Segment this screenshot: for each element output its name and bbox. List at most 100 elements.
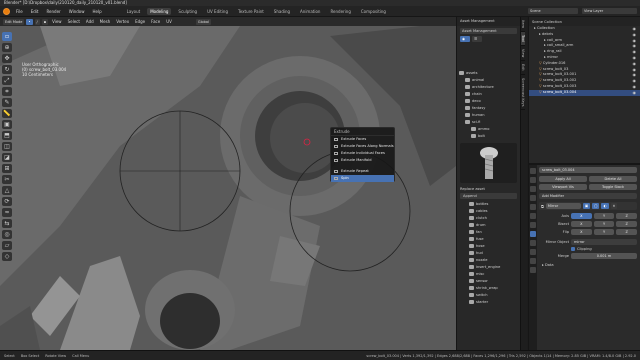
tab-shading[interactable]: Shading (271, 8, 293, 15)
tab-sculpting[interactable]: Sculpting (175, 8, 200, 15)
bevel-icon[interactable]: ◪ (2, 153, 12, 162)
menu-uv[interactable]: UV (164, 19, 174, 24)
loop-cut-icon[interactable]: ⊞ (2, 164, 12, 173)
bisect-x-toggle[interactable]: X (571, 221, 592, 227)
viewport-vis-button[interactable]: Viewport Vis (539, 184, 587, 190)
properties-tab-icon[interactable] (530, 213, 536, 219)
cursor-icon[interactable]: ⊕ (2, 43, 12, 52)
smooth-icon[interactable]: ≈ (2, 208, 12, 217)
tree-subfolder[interactable]: ammo (459, 126, 520, 133)
asset-list-item[interactable]: misc (469, 271, 520, 278)
bisect-y-toggle[interactable]: Y (593, 221, 615, 227)
outliner-row[interactable]: ▽ screw_bolt_03.004 ◉ (529, 89, 640, 96)
mode-selector[interactable]: Edit Mode (3, 18, 25, 25)
append-selector[interactable]: Append (460, 193, 517, 199)
menu-face[interactable]: Face (149, 19, 162, 24)
asset-list-item[interactable]: bottles (469, 201, 520, 208)
asset-list-item[interactable]: hose (469, 243, 520, 250)
properties-tab-icon[interactable] (530, 222, 536, 228)
menu-vertex[interactable]: Vertex (114, 19, 131, 24)
asset-list-item[interactable]: drum (469, 222, 520, 229)
menu-edge[interactable]: Edge (133, 19, 147, 24)
properties-tab-icon[interactable] (530, 195, 536, 201)
asset-list-item[interactable]: starter (469, 299, 520, 306)
scale-icon[interactable]: ⤢ (2, 76, 12, 85)
properties-tab-icon[interactable] (530, 186, 536, 192)
tab-modeling[interactable]: Modeling (147, 7, 172, 15)
data-subpanel-header[interactable]: ▸ Data (539, 263, 637, 267)
tree-root[interactable]: assets (459, 70, 520, 77)
menu-item-extrude-faces-normals[interactable]: Extrude Faces Along Normals (331, 143, 394, 150)
flip-x-toggle[interactable]: X (571, 229, 592, 235)
modifier-name-field[interactable]: Mirror (545, 203, 581, 209)
knife-icon[interactable]: ✂ (2, 175, 12, 184)
menu-item-spin[interactable]: Spin (331, 175, 394, 182)
add-cube-icon[interactable]: ▣ (2, 120, 12, 129)
tab-item[interactable]: Item (521, 17, 525, 32)
asset-list-item[interactable]: clutch (469, 215, 520, 222)
vertex-select-icon[interactable]: • (26, 18, 33, 25)
asset-view-icon[interactable]: ◉ (460, 36, 470, 42)
menu-add[interactable]: Add (84, 19, 96, 24)
asset-list-item[interactable]: switch (469, 292, 520, 299)
apply-all-button[interactable]: Apply All (539, 176, 587, 182)
tree-folder[interactable]: architecture (459, 84, 520, 91)
menu-file[interactable]: File (14, 9, 25, 14)
editmode-toggle-icon[interactable]: ▣ (582, 203, 591, 209)
tree-folder[interactable]: animal (459, 77, 520, 84)
asset-list-item[interactable]: fuse (469, 236, 520, 243)
merge-distance-field[interactable]: 0.001 m (571, 253, 637, 259)
asset-list-item[interactable]: hud (469, 250, 520, 257)
select-box-icon[interactable]: ▫ (2, 32, 12, 41)
move-icon[interactable]: ✥ (2, 54, 12, 63)
scene-selector[interactable]: Scene (528, 8, 578, 14)
menu-mesh[interactable]: Mesh (98, 19, 113, 24)
object-name-field[interactable]: screw_bolt_03.004 (539, 167, 637, 173)
asset-list-item[interactable]: cables (469, 208, 520, 215)
tab-view[interactable]: View (521, 46, 525, 62)
menu-select[interactable]: Select (66, 19, 82, 24)
transform-icon[interactable]: ⌗ (2, 87, 12, 96)
shrink-fatten-icon[interactable]: ◎ (2, 230, 12, 239)
asset-preview[interactable] (460, 143, 517, 183)
annotate-icon[interactable]: ✎ (2, 98, 12, 107)
menu-item-extrude-manifold[interactable]: Extrude Manifold (331, 157, 394, 164)
tab-screencast-keys[interactable]: Screencast Keys (521, 75, 525, 111)
extrude-icon[interactable]: ⬒ (2, 131, 12, 140)
inset-icon[interactable]: ◫ (2, 142, 12, 151)
tab-animation[interactable]: Animation (297, 8, 323, 15)
menu-edit[interactable]: Edit (29, 9, 41, 14)
3d-viewport[interactable]: User Orthographic (0) screw_bolt_03.004 … (0, 26, 456, 350)
tab-rendering[interactable]: Rendering (327, 8, 353, 15)
rotate-icon[interactable]: ↻ (2, 65, 12, 74)
clipping-checkbox[interactable] (571, 247, 575, 251)
properties-tab-icon[interactable] (530, 231, 536, 237)
shear-icon[interactable]: ▱ (2, 241, 12, 250)
add-modifier-button[interactable]: Add Modifier (539, 193, 637, 199)
axis-z-toggle[interactable]: Z (616, 213, 638, 219)
tree-folder[interactable]: human (459, 112, 520, 119)
properties-tab-icon[interactable] (530, 267, 536, 273)
asset-list-item[interactable]: sensor (469, 278, 520, 285)
edge-slide-icon[interactable]: ⇆ (2, 219, 12, 228)
delete-all-button[interactable]: Delete All (589, 176, 637, 182)
tree-folder[interactable]: sci-fi (459, 119, 520, 126)
render-toggle-icon[interactable]: ◐ (601, 203, 609, 209)
menu-item-extrude-faces[interactable]: Extrude Faces (331, 136, 394, 143)
axis-y-toggle[interactable]: Y (593, 213, 615, 219)
properties-tab-icon[interactable] (530, 204, 536, 210)
properties-tab-icon[interactable] (530, 258, 536, 264)
tree-folder[interactable]: fantasy (459, 105, 520, 112)
menu-view[interactable]: View (50, 19, 64, 24)
modifier-close-icon[interactable]: ✕ (610, 203, 618, 209)
asset-list-item[interactable]: fan (469, 229, 520, 236)
toggle-stack-button[interactable]: Toggle Stack (589, 184, 637, 190)
view-layer-selector[interactable]: View Layer (582, 8, 637, 14)
tab-tool[interactable]: Tool (521, 31, 525, 46)
flip-y-toggle[interactable]: Y (593, 229, 615, 235)
poly-build-icon[interactable]: △ (2, 186, 12, 195)
blender-logo-icon[interactable] (3, 7, 10, 15)
tree-folder[interactable]: deco (459, 98, 520, 105)
tab-compositing[interactable]: Compositing (358, 8, 389, 15)
asset-list-item[interactable]: insert_engine (469, 264, 520, 271)
